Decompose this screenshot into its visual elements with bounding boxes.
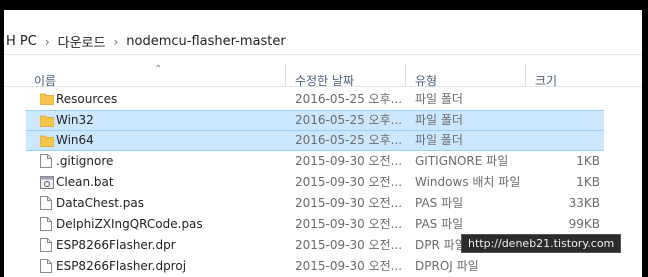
window-frame-top xyxy=(0,0,648,10)
file-row-gitignore[interactable]: .gitignore 2015-09-30 오전... GITIGNORE 파일… xyxy=(4,151,642,172)
column-header-date[interactable]: 수정한 날짜 xyxy=(295,72,354,89)
column-header-size[interactable]: 크기 xyxy=(535,72,557,89)
file-date: 2016-05-25 오후... xyxy=(295,133,403,147)
folder-icon xyxy=(40,114,54,128)
file-date: 2015-09-30 오전... xyxy=(295,259,403,273)
file-date: 2015-09-30 오전... xyxy=(295,238,403,252)
column-divider[interactable] xyxy=(405,63,406,87)
batch-file-icon xyxy=(40,175,54,189)
column-header-name[interactable]: 이름 xyxy=(34,72,56,89)
breadcrumb-item-this-pc[interactable]: H PC xyxy=(4,34,39,49)
file-type: PAS 파일 xyxy=(415,217,464,231)
file-name: ESP8266Flasher.dproj xyxy=(56,259,187,273)
file-size: 33KB xyxy=(568,196,600,210)
watermark-url: http://deneb21.tistory.com xyxy=(461,234,622,253)
file-icon xyxy=(40,196,54,210)
column-header-row: ⌃ 이름 수정한 날짜 유형 크기 xyxy=(4,58,642,89)
file-date: 2015-09-30 오전... xyxy=(295,217,403,231)
file-date: 2016-05-25 오후... xyxy=(295,113,403,127)
column-header-type[interactable]: 유형 xyxy=(415,72,437,89)
folder-icon xyxy=(40,92,54,106)
file-type: 파일 폴더 xyxy=(415,92,463,106)
file-icon xyxy=(40,217,54,231)
file-name: DelphiZXIngQRCode.pas xyxy=(56,217,203,231)
file-icon xyxy=(40,259,54,273)
chevron-right-icon[interactable]: › xyxy=(45,35,50,49)
file-type: PAS 파일 xyxy=(415,196,464,210)
file-date: 2016-05-25 오후... xyxy=(295,92,403,106)
file-type: GITIGNORE 파일 xyxy=(415,154,509,168)
file-row-datachest-pas[interactable]: DataChest.pas 2015-09-30 오전... PAS 파일 33… xyxy=(4,193,642,214)
file-row-clean-bat[interactable]: Clean.bat 2015-09-30 오전... Windows 배치 파일… xyxy=(4,172,642,193)
file-name: ESP8266Flasher.dpr xyxy=(56,238,176,252)
file-size: 1KB xyxy=(576,154,600,168)
file-row-win32[interactable]: Win32 2016-05-25 오후... 파일 폴더 xyxy=(26,110,604,131)
file-row-resources[interactable]: Resources 2016-05-25 오후... 파일 폴더 xyxy=(4,89,642,110)
file-row-esp8266flasher-dproj[interactable]: ESP8266Flasher.dproj 2015-09-30 오전... DP… xyxy=(4,256,642,277)
column-divider[interactable] xyxy=(525,63,526,87)
breadcrumb-item-nodemcu-flasher-master[interactable]: nodemcu-flasher-master xyxy=(124,34,287,49)
file-icon xyxy=(40,154,54,168)
file-icon xyxy=(40,238,54,252)
column-divider[interactable] xyxy=(285,63,286,87)
file-name: Win64 xyxy=(56,133,94,147)
sort-ascending-icon: ⌃ xyxy=(154,64,163,75)
file-date: 2015-09-30 오전... xyxy=(295,175,403,189)
file-type: Windows 배치 파일 xyxy=(415,175,521,189)
file-size: 1KB xyxy=(576,175,600,189)
file-row-delphizxingqrcode-pas[interactable]: DelphiZXIngQRCode.pas 2015-09-30 오전... P… xyxy=(4,214,642,235)
file-date: 2015-09-30 오전... xyxy=(295,196,403,210)
file-name: Win32 xyxy=(56,113,94,127)
file-row-win64[interactable]: Win64 2016-05-25 오후... 파일 폴더 xyxy=(26,131,604,151)
file-size: 99KB xyxy=(568,217,600,231)
file-type: 파일 폴더 xyxy=(415,133,463,147)
breadcrumb[interactable]: H PC › 다운로드 › nodemcu-flasher-master xyxy=(4,29,642,55)
file-type: 파일 폴더 xyxy=(415,113,463,127)
file-name: DataChest.pas xyxy=(56,196,145,210)
file-name: Resources xyxy=(56,92,118,106)
file-type: DPROJ 파일 xyxy=(415,259,479,273)
chevron-right-icon[interactable]: › xyxy=(113,35,118,49)
window-frame-right xyxy=(642,0,648,277)
breadcrumb-item-downloads[interactable]: 다운로드 xyxy=(56,32,108,51)
file-name: .gitignore xyxy=(56,154,114,168)
folder-icon xyxy=(40,134,54,148)
file-name: Clean.bat xyxy=(56,175,114,189)
file-date: 2015-09-30 오전... xyxy=(295,154,403,168)
